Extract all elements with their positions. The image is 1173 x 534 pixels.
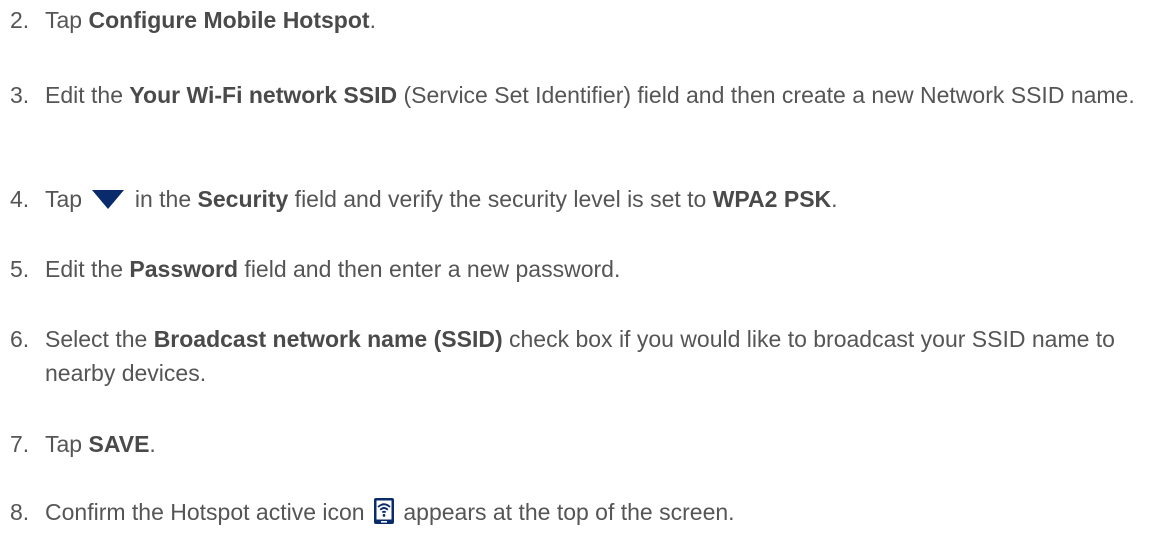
step-text-part: Tap: [45, 7, 89, 33]
step-text-part: .: [369, 7, 376, 33]
step-text: Tap SAVE.: [45, 427, 1170, 461]
step-8: 8. Confirm the Hotspot active icon appea…: [10, 495, 1170, 534]
step-text-part: field and verify the security level is s…: [288, 186, 713, 212]
step-text: Tap in the Security field and verify the…: [45, 182, 1170, 216]
step-text-part: Tap: [45, 186, 89, 212]
step-text: Tap Configure Mobile Hotspot.: [45, 3, 1170, 37]
step-bold-term: Password: [129, 256, 239, 282]
step-text-part: Tap: [45, 431, 89, 457]
step-number: 7.: [10, 431, 30, 457]
step-text-part: .: [831, 186, 838, 212]
step-6: 6. Select the Broadcast network name (SS…: [10, 322, 1170, 390]
step-5: 5. Edit the Password field and then ente…: [10, 252, 1170, 286]
step-number: 5.: [10, 256, 30, 282]
step-text: Edit the Your Wi-Fi network SSID (Servic…: [45, 78, 1170, 112]
step-number: 8.: [10, 499, 30, 525]
step-text-part: Select the: [45, 326, 154, 352]
step-text-part: (Service Set Identifier) field and then …: [397, 82, 1135, 108]
step-2: 2. Tap Configure Mobile Hotspot.: [10, 3, 1170, 37]
step-text-part: field and then enter a new password.: [238, 256, 621, 282]
step-text-part: in the: [128, 186, 198, 212]
step-number: 3.: [10, 82, 30, 108]
step-number: 6.: [10, 326, 30, 352]
step-text-part: .: [149, 431, 156, 457]
step-bold-term: Your Wi-Fi network SSID: [129, 82, 398, 108]
step-bold-term: Security: [197, 186, 289, 212]
step-text-part: Confirm the Hotspot active icon: [45, 499, 371, 525]
hotspot-active-icon: [373, 497, 395, 534]
step-bold-term: WPA2 PSK: [712, 186, 832, 212]
step-7: 7. Tap SAVE.: [10, 427, 1170, 461]
step-bold-term: Configure Mobile Hotspot: [88, 7, 370, 33]
step-text: Confirm the Hotspot active icon appears …: [45, 495, 1170, 534]
step-text: Select the Broadcast network name (SSID)…: [45, 322, 1170, 390]
step-number: 2.: [10, 7, 30, 33]
step-text-part: Edit the: [45, 82, 130, 108]
step-text: Edit the Password field and then enter a…: [45, 252, 1170, 286]
step-bold-term: Broadcast network name (SSID): [153, 326, 503, 352]
step-text-part: appears at the top of the screen.: [396, 499, 735, 525]
step-bold-term: SAVE: [88, 431, 150, 457]
step-number: 4.: [10, 186, 30, 212]
step-4: 4. Tap in the Security field and verify …: [10, 182, 1170, 216]
step-3: 3. Edit the Your Wi-Fi network SSID (Ser…: [10, 78, 1170, 112]
dropdown-triangle-icon: [92, 190, 125, 209]
step-text-part: Edit the: [45, 256, 130, 282]
